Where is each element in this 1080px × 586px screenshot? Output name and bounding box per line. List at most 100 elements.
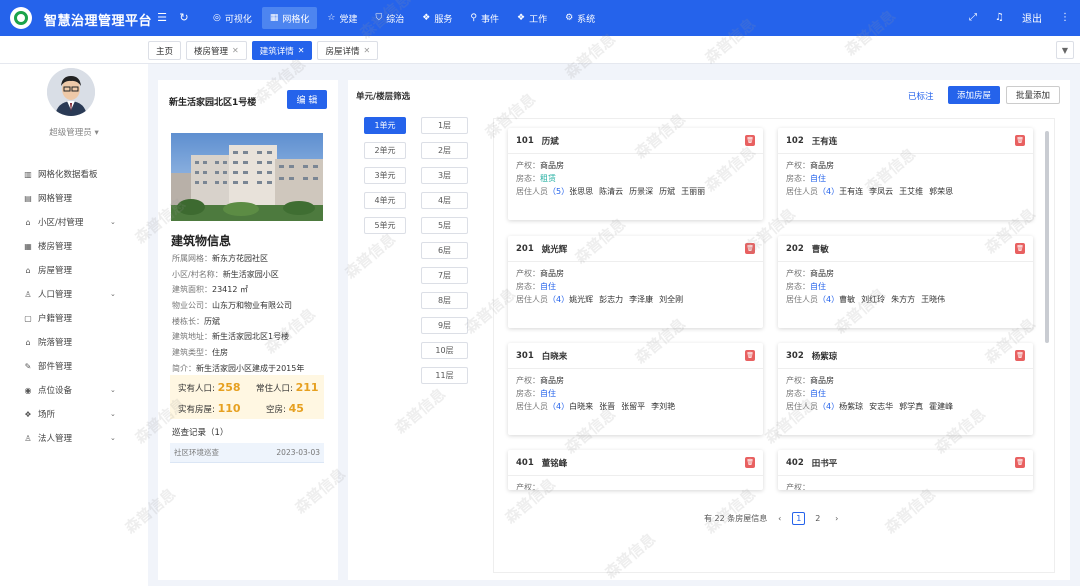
tab-1[interactable]: 楼房管理 ✕	[186, 41, 247, 60]
resident-name[interactable]: 历景深	[629, 187, 653, 196]
floor-button-3[interactable]: 3层	[421, 167, 468, 184]
nav-item-0[interactable]: ◎ 可视化	[205, 7, 260, 29]
logout-button[interactable]: 退出	[1022, 10, 1042, 25]
sidebar-item-2[interactable]: ⌂ 小区/村管理 ⌄	[0, 210, 148, 234]
resident-name[interactable]: 朱方方	[891, 295, 915, 304]
sidebar-item-7[interactable]: ⌂ 院落管理	[0, 330, 148, 354]
floor-button-4[interactable]: 4层	[421, 192, 468, 209]
resident-name[interactable]: 张思思	[569, 187, 593, 196]
bell-icon[interactable]: ♫	[995, 12, 1004, 23]
more-icon[interactable]: ⋮	[1060, 12, 1070, 23]
room-card[interactable]: 401 董铭峰 🗑 产权：	[508, 450, 763, 490]
trash-icon[interactable]: 🗑	[745, 243, 755, 254]
resident-name[interactable]: 张晋	[599, 402, 615, 411]
unit-button-2[interactable]: 2单元	[364, 142, 406, 159]
nav-item-3[interactable]: ⛉ 综治	[368, 7, 413, 29]
trash-icon[interactable]: 🗑	[1015, 135, 1025, 146]
trash-icon[interactable]: 🗑	[745, 457, 755, 468]
resident-name[interactable]: 曹敏	[839, 295, 855, 304]
sidebar-item-3[interactable]: ▦ 楼房管理	[0, 234, 148, 258]
edit-button[interactable]: 编 辑	[287, 90, 327, 109]
resident-name[interactable]: 刘全刚	[659, 295, 683, 304]
page-2[interactable]: 2	[811, 512, 824, 525]
nav-item-7[interactable]: ⚙ 系统	[557, 7, 603, 29]
floor-button-8[interactable]: 8层	[421, 292, 468, 309]
floor-button-11[interactable]: 11层	[421, 367, 468, 384]
floor-button-5[interactable]: 5层	[421, 217, 468, 234]
resident-name[interactable]: 张留平	[621, 402, 645, 411]
floor-button-7[interactable]: 7层	[421, 267, 468, 284]
next-page-icon[interactable]: ›	[830, 512, 843, 525]
floor-button-2[interactable]: 2层	[421, 142, 468, 159]
scrollbar[interactable]	[1045, 131, 1049, 343]
floor-button-6[interactable]: 6层	[421, 242, 468, 259]
sidebar-item-8[interactable]: ✎ 部件管理	[0, 354, 148, 378]
room-card[interactable]: 402 田书平 🗑 产权：	[778, 450, 1033, 490]
unit-button-4[interactable]: 4单元	[364, 192, 406, 209]
tabs-dropdown-icon[interactable]: ▼	[1056, 41, 1074, 59]
resident-name[interactable]: 杨紫琼	[839, 402, 863, 411]
resident-name[interactable]: 王艾维	[899, 187, 923, 196]
trash-icon[interactable]: 🗑	[745, 135, 755, 146]
patrol-record-row[interactable]: 社区环境巡查 2023-03-03	[170, 443, 324, 463]
unit-button-5[interactable]: 5单元	[364, 217, 406, 234]
refresh-icon[interactable]: ↻	[177, 11, 191, 25]
sidebar-item-11[interactable]: ♙ 法人管理 ⌄	[0, 426, 148, 450]
unit-button-3[interactable]: 3单元	[364, 167, 406, 184]
trash-icon[interactable]: 🗑	[1015, 457, 1025, 468]
tab-3[interactable]: 房屋详情 ✕	[317, 41, 379, 60]
resident-name[interactable]: 姚光辉	[569, 295, 593, 304]
nav-item-1[interactable]: ▦ 网格化	[261, 7, 318, 29]
resident-name[interactable]: 彭志力	[599, 295, 623, 304]
resident-name[interactable]: 王丽丽	[681, 187, 705, 196]
nav-item-5[interactable]: ⚲ 事件	[462, 7, 507, 29]
resident-name[interactable]: 李凤云	[869, 187, 893, 196]
sidebar-item-9[interactable]: ◉ 点位设备 ⌄	[0, 378, 148, 402]
fullscreen-icon[interactable]: ⤢	[969, 12, 977, 23]
sidebar-item-0[interactable]: ▥ 网格化数据看板	[0, 162, 148, 186]
nav-item-4[interactable]: ❖ 服务	[414, 7, 460, 29]
trash-icon[interactable]: 🗑	[1015, 243, 1025, 254]
resident-name[interactable]: 王晓伟	[921, 295, 945, 304]
prev-page-icon[interactable]: ‹	[773, 512, 786, 525]
room-card[interactable]: 302 杨紫琼 🗑 产权：商品房 房态：自住 居住人员（4）杨紫琼 安志华 郭学真 霍建峰	[778, 343, 1033, 435]
resident-name[interactable]: 白晓来	[569, 402, 593, 411]
resident-name[interactable]: 历斌	[659, 187, 675, 196]
sidebar-item-5[interactable]: ♙ 人口管理 ⌄	[0, 282, 148, 306]
sidebar-item-1[interactable]: ▤ 网格管理	[0, 186, 148, 210]
resident-name[interactable]: 王有连	[839, 187, 863, 196]
menu-collapse-icon[interactable]: ☰	[155, 11, 169, 25]
resident-name[interactable]: 李泽康	[629, 295, 653, 304]
marked-link[interactable]: 已标注	[908, 90, 934, 102]
room-card[interactable]: 102 王有连 🗑 产权：商品房 房态：自住 居住人员（4）王有连 李凤云 王艾维 郭荣恩	[778, 128, 1033, 220]
nav-item-2[interactable]: ☆ 党建	[319, 7, 365, 29]
floor-button-10[interactable]: 10层	[421, 342, 468, 359]
resident-name[interactable]: 安志华	[869, 402, 893, 411]
resident-name[interactable]: 郭学真	[899, 402, 923, 411]
sidebar-item-6[interactable]: ▢ 户籍管理	[0, 306, 148, 330]
trash-icon[interactable]: 🗑	[745, 350, 755, 361]
room-card[interactable]: 202 曹敏 🗑 产权：商品房 房态：自住 居住人员（4）曹敏 刘红玲 朱方方 王晓伟	[778, 236, 1033, 328]
tab-0[interactable]: 主页	[148, 41, 182, 60]
batch-add-button[interactable]: 批量添加	[1006, 86, 1060, 104]
nav-item-6[interactable]: ❖ 工作	[509, 7, 555, 29]
tab-2[interactable]: 建筑详情 ✕	[251, 41, 313, 60]
resident-name[interactable]: 郭荣恩	[929, 187, 953, 196]
add-room-button[interactable]: 添加房屋	[948, 86, 1000, 104]
close-icon[interactable]: ✕	[232, 46, 239, 55]
user-menu[interactable]: 超级管理员 ▾	[0, 126, 148, 138]
resident-name[interactable]: 霍建峰	[929, 402, 953, 411]
room-card[interactable]: 101 历斌 🗑 产权：商品房 房态：租赁 居住人员（5）张思思 陈清云 历景深 历斌 王丽丽	[508, 128, 763, 220]
resident-name[interactable]: 陈清云	[599, 187, 623, 196]
trash-icon[interactable]: 🗑	[1015, 350, 1025, 361]
close-icon[interactable]: ✕	[298, 46, 305, 55]
unit-button-1[interactable]: 1单元	[364, 117, 406, 134]
resident-name[interactable]: 李刘艳	[651, 402, 675, 411]
floor-button-1[interactable]: 1层	[421, 117, 468, 134]
page-1[interactable]: 1	[792, 512, 806, 525]
avatar[interactable]	[47, 68, 95, 116]
floor-button-9[interactable]: 9层	[421, 317, 468, 334]
room-card[interactable]: 201 姚光辉 🗑 产权：商品房 房态：自住 居住人员（4）姚光辉 彭志力 李泽康 刘全刚	[508, 236, 763, 328]
resident-name[interactable]: 刘红玲	[861, 295, 885, 304]
close-icon[interactable]: ✕	[363, 46, 370, 55]
